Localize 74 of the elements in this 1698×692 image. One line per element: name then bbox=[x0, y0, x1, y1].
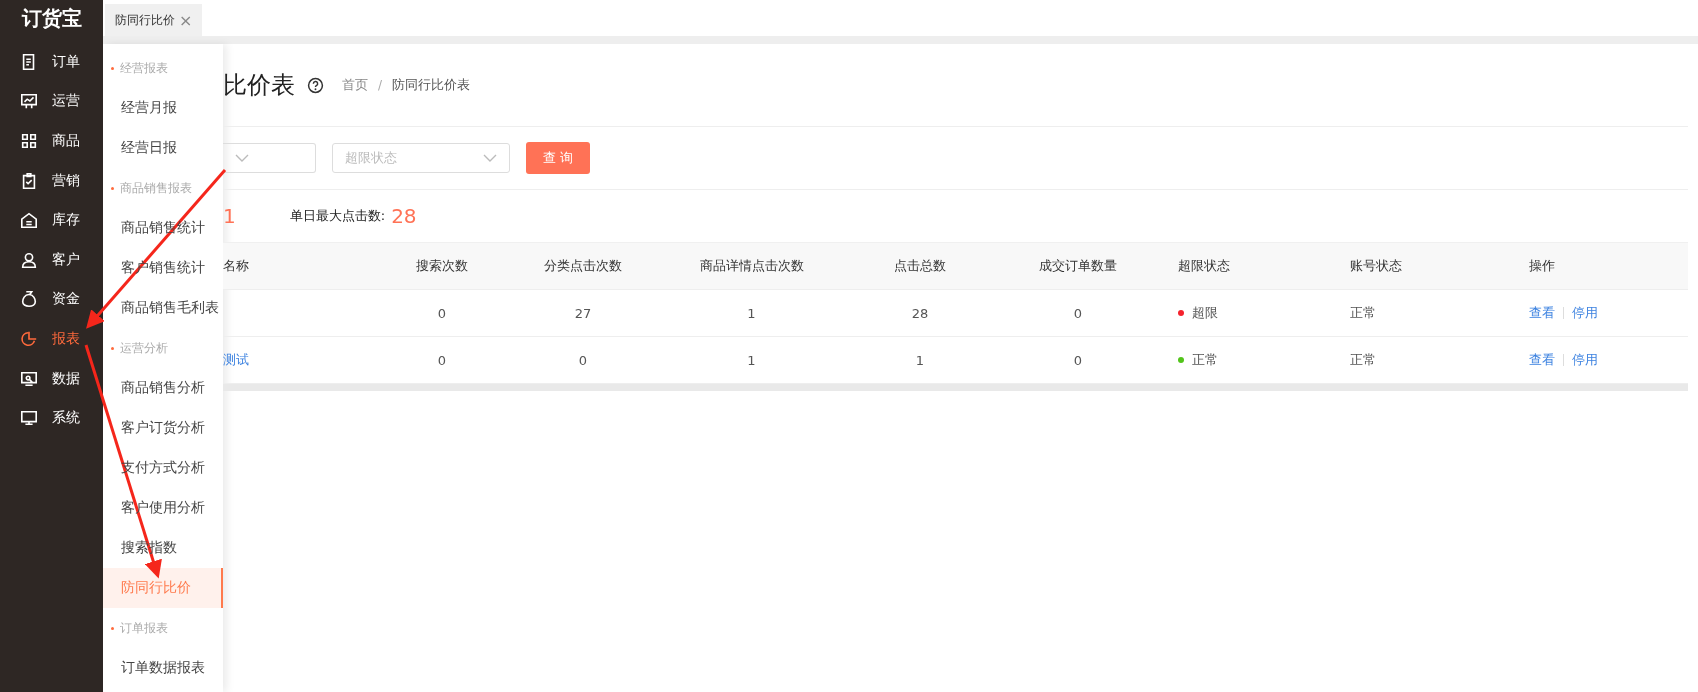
table-cell: 正常 bbox=[1350, 304, 1376, 322]
action-link[interactable]: 停用 bbox=[1572, 304, 1598, 322]
action-link[interactable]: 查看 bbox=[1529, 351, 1555, 369]
chevron-down-icon bbox=[235, 154, 249, 162]
table-cell: 27 bbox=[574, 305, 592, 321]
breadcrumb-separator: / bbox=[378, 78, 383, 92]
dot-icon bbox=[111, 346, 114, 350]
table-cell: 正常 bbox=[1350, 351, 1376, 369]
help-icon[interactable] bbox=[307, 76, 324, 94]
nav-item[interactable]: 运营 bbox=[0, 81, 103, 122]
dot-icon bbox=[111, 626, 114, 630]
warehouse-icon bbox=[20, 211, 38, 230]
person-icon bbox=[20, 250, 38, 269]
column-header: 超限状态 bbox=[1177, 257, 1231, 275]
column-header: 成交订单数量 bbox=[1038, 257, 1118, 275]
submenu-group-label: 商品销售报表 bbox=[120, 180, 192, 196]
logo: 订货宝 bbox=[20, 4, 83, 32]
table-cell: 0 bbox=[437, 305, 447, 321]
select-field[interactable] bbox=[223, 143, 316, 173]
table-cell: 1 bbox=[747, 352, 756, 368]
breadcrumb-item: 防同行比价表 bbox=[392, 76, 471, 94]
nav-item[interactable]: 客户 bbox=[0, 239, 103, 280]
table-cell: 正常 bbox=[1192, 351, 1218, 369]
table-cell: 1 bbox=[747, 305, 756, 321]
dot-icon bbox=[111, 186, 114, 190]
monitor-icon bbox=[20, 409, 38, 428]
submenu-group-label: 经营报表 bbox=[120, 60, 168, 76]
table-cell: 1 bbox=[915, 352, 925, 368]
stat-value: 28 bbox=[391, 204, 417, 228]
submenu-item[interactable]: 经营月报 bbox=[103, 88, 223, 128]
table-cell: 超限 bbox=[1192, 304, 1218, 322]
submenu-group-label: 运营分析 bbox=[120, 340, 168, 356]
column-header: 商品详情点击次数 bbox=[698, 257, 805, 275]
column-header: 名称 bbox=[223, 257, 250, 275]
nav-item[interactable]: 营销 bbox=[0, 160, 103, 201]
nav-item[interactable]: 报表 bbox=[0, 319, 103, 359]
table-cell: 0 bbox=[1073, 305, 1083, 321]
nav-item[interactable]: 商品 bbox=[0, 121, 103, 161]
submenu-item[interactable]: 商品销售分析 bbox=[103, 368, 223, 408]
table-cell: 0 bbox=[1073, 352, 1083, 368]
submenu-item[interactable]: 订单数据报表 bbox=[103, 648, 223, 688]
grid-icon bbox=[20, 132, 38, 150]
nav-item[interactable]: 资金 bbox=[0, 279, 103, 320]
breadcrumb-item[interactable]: 首页 bbox=[342, 76, 368, 94]
column-header: 搜索次数 bbox=[415, 257, 469, 275]
submenu-item[interactable]: 商品销售毛利表 bbox=[103, 288, 223, 328]
submenu-item[interactable]: 客户订货分析 bbox=[103, 408, 223, 448]
pie-chart-icon bbox=[20, 329, 38, 348]
stat-label: 单日最大点击数: bbox=[289, 207, 386, 225]
nav-item[interactable]: 系统 bbox=[0, 398, 103, 438]
table-cell: 0 bbox=[578, 352, 588, 368]
nav-item[interactable]: 库存 bbox=[0, 200, 103, 240]
table-cell: 28 bbox=[911, 305, 929, 321]
chevron-down-icon bbox=[483, 154, 497, 162]
table-cell[interactable]: 测试 bbox=[223, 351, 249, 369]
column-header: 分类点击次数 bbox=[543, 257, 623, 275]
monitor-search-icon bbox=[20, 369, 38, 388]
page-title: 比价表 bbox=[223, 70, 295, 101]
tab[interactable]: 防同行比价 × bbox=[105, 4, 203, 36]
column-header: 操作 bbox=[1528, 257, 1556, 275]
nav-item[interactable]: 数据 bbox=[0, 358, 103, 399]
dot-icon bbox=[111, 66, 114, 70]
action-link[interactable]: 查看 bbox=[1529, 304, 1555, 322]
money-bag-icon bbox=[20, 290, 38, 309]
submenu-group-label: 订单报表 bbox=[120, 620, 168, 636]
submenu-item[interactable]: 经营日报 bbox=[103, 128, 223, 168]
nav-item[interactable]: 订单 bbox=[0, 42, 103, 82]
column-header: 账号状态 bbox=[1349, 257, 1403, 275]
column-header: 点击总数 bbox=[893, 257, 947, 275]
stat-value: 1 bbox=[223, 204, 236, 228]
chart-board-icon bbox=[20, 92, 38, 111]
action-link[interactable]: 停用 bbox=[1572, 351, 1598, 369]
clipboard-icon bbox=[20, 171, 38, 190]
table-cell: 0 bbox=[437, 352, 447, 368]
